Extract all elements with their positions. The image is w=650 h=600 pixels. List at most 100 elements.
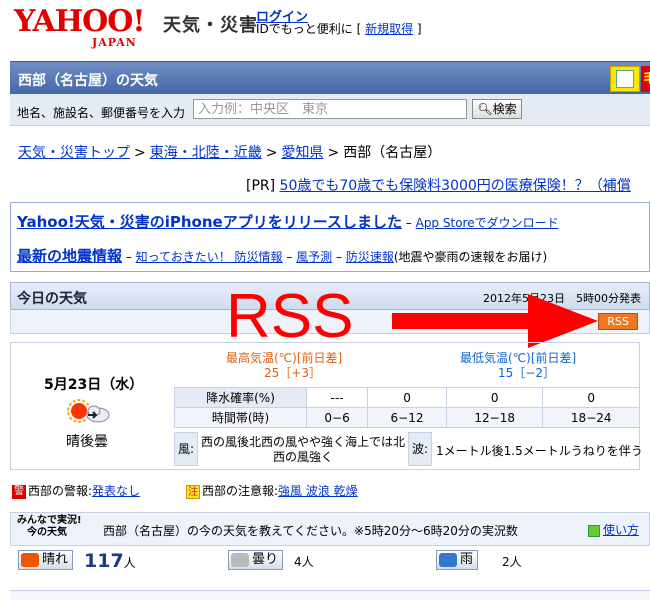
vote-rain-button[interactable]: 雨 [436,550,479,570]
search-button[interactable]: 🔍︎検索 [472,99,522,119]
app-store-link[interactable]: App Storeでダウンロード [416,216,559,230]
warning-label: 西部の警報: [28,484,93,498]
rain-cell: --- [305,387,369,408]
warning-icon: 警 [12,484,26,499]
time-cell: 6−12 [367,407,447,428]
notice-box: Yahoo!天気・災害のiPhoneアプリをリリースしました – App Sto… [10,202,650,272]
disaster-alert-link[interactable]: 防災速報 [346,250,394,264]
vote-unit: 人 [123,556,136,570]
dash: – [122,250,136,264]
arrow-shaft [392,313,532,329]
breadcrumb-sep: > [327,145,340,161]
vote-count-number: 2 [502,555,510,569]
table-row: 時間帯(時) 0−6 6−12 12−18 18−24 [174,407,640,428]
yahoo-japan-logo[interactable]: YAHOO! JAPAN [14,6,154,50]
iphone-app-link[interactable]: Yahoo!天気・災害のiPhoneアプリをリリースしました [17,213,402,231]
low-temp-value: 15［−2］ [498,366,555,380]
wave-label: 波: [408,432,432,466]
weather-description: 晴後曇 [66,434,108,450]
pr-tag: [PR] [246,178,276,194]
alert-note: (地震や豪雨の速報をお届け) [393,250,548,264]
breadcrumb-current: 西部（名古屋） [343,145,442,161]
live-report-logo-line2: 今の天気 [27,527,67,538]
vote-label: 晴れ [42,552,69,567]
cloudy-icon [231,552,249,567]
login-sub: IDでもっと便利に [ 新規取得 ] [256,20,422,37]
table-row: 降水確率(%) --- 0 0 0 [174,387,640,408]
wave-text: 1メートル後1.5メートルうねりを伴う [436,444,643,458]
rain-header: 降水確率(%) [174,387,307,408]
time-cell: 18−24 [542,407,640,428]
titlebar-badge[interactable]: 毛 [641,66,650,92]
advisory-row: 注西部の注意報:強風 波浪 乾燥 [186,482,358,499]
search-label: 地名、施設名、郵便番号を入力 [17,106,186,120]
breadcrumb-prefecture[interactable]: 愛知県 [281,145,323,161]
vote-count-number: 4 [294,555,302,569]
logo-text: YAHOO! [14,4,146,39]
dash: – [401,216,416,230]
help-link[interactable]: 使い方 [587,521,639,538]
advisory-icon: 注 [186,484,200,499]
vote-label: 雨 [460,552,474,567]
arrow-head [528,294,598,348]
signup-link[interactable]: 新規取得 [365,22,413,36]
notice-line-app: Yahoo!天気・災害のiPhoneアプリをリリースしました – App Sto… [17,211,559,232]
sun-icon [67,399,91,423]
login-sub-suffix: ] [413,22,422,36]
vote-unit: 人 [301,555,314,569]
mobile-screen-icon [616,70,634,88]
login-sub-prefix: IDでもっと便利に [ [256,22,366,36]
mobile-icon[interactable] [610,66,640,92]
search-bar: 地名、施設名、郵便番号を入力 🔍︎検索 [10,94,650,126]
live-report-question: 西部（名古屋）の今の天気を教えてください。※5時20分〜6時20分の実況数 [103,524,518,538]
location-titlebar: 西部（名古屋）の天気 毛 [10,61,650,94]
pr-link[interactable]: 50歳でも70歳でも保険料3000円の医療保険！？（補償 [280,178,631,194]
next-section-edge [10,590,650,600]
warning-row: 警西部の警報:発表なし [12,482,140,499]
breadcrumb-sep: > [134,145,146,161]
notice-line-quake: 最新の地震情報 – 知っておきたい！ 防災情報 – 風予測 – 防災速報(地震や… [17,245,547,266]
umbrella-icon [439,552,457,567]
search-input[interactable] [193,99,467,119]
wind-label: 風: [174,432,198,466]
beginner-icon [587,524,600,537]
rain-cell: 0 [542,387,640,408]
high-temp-value: 25［+3］ [264,366,321,380]
help-link-label[interactable]: 使い方 [603,523,639,537]
advisory-label: 西部の注意報: [202,484,279,498]
page-title: 西部（名古屋）の天気 [18,73,158,89]
rss-button[interactable]: RSS [598,313,638,330]
cloud-icon [86,405,110,423]
vote-unit: 人 [509,555,522,569]
header: YAHOO! JAPAN 天気・災害 ログイン IDでもっと便利に [ 新規取得… [0,0,650,56]
service-name: 天気・災害 [163,15,258,36]
sunny-icon [21,552,39,567]
search-button-label: 検索 [492,102,517,116]
rain-cell: 0 [367,387,447,408]
breadcrumb-sep: > [265,145,278,161]
rain-cell: 0 [445,387,544,408]
forecast-date: 5月23日（水） [44,377,144,393]
time-cell: 0−6 [305,407,369,428]
disaster-prevention-link[interactable]: 知っておきたい！ 防災情報 [136,250,283,264]
time-cell: 12−18 [445,407,544,428]
live-report-logo: みんなで実況! 今の天気 [17,515,82,539]
live-report-bar: みんなで実況! 今の天気 西部（名古屋）の今の天気を教えてください。※5時20分… [10,512,650,546]
vote-count: 117人 [84,550,136,572]
vote-cloudy-button[interactable]: 曇り [228,550,284,570]
logo-sub: JAPAN [92,36,137,49]
warning-link[interactable]: 発表なし [92,484,140,498]
breadcrumb-region[interactable]: 東海・北陸・近畿 [150,145,262,161]
advisory-link[interactable]: 強風 波浪 乾燥 [278,484,358,498]
live-report-logo-line1: みんなで実況! [17,515,82,526]
breadcrumb-top[interactable]: 天気・災害トップ [18,145,130,161]
vote-count: 4人 [294,553,314,570]
rss-annotation: RSS [226,282,354,351]
vote-count: 2人 [502,553,522,570]
breadcrumb: 天気・災害トップ > 東海・北陸・近畿 > 愛知県 > 西部（名古屋） [18,142,441,162]
wind-forecast-link[interactable]: 風予測 [296,250,332,264]
today-title: 今日の天気 [17,291,87,307]
pr-ad: [PR] 50歳でも70歳でも保険料3000円の医療保険！？（補償 [246,175,631,195]
vote-sunny-button[interactable]: 晴れ [18,550,74,570]
earthquake-info-link[interactable]: 最新の地震情報 [17,247,122,265]
